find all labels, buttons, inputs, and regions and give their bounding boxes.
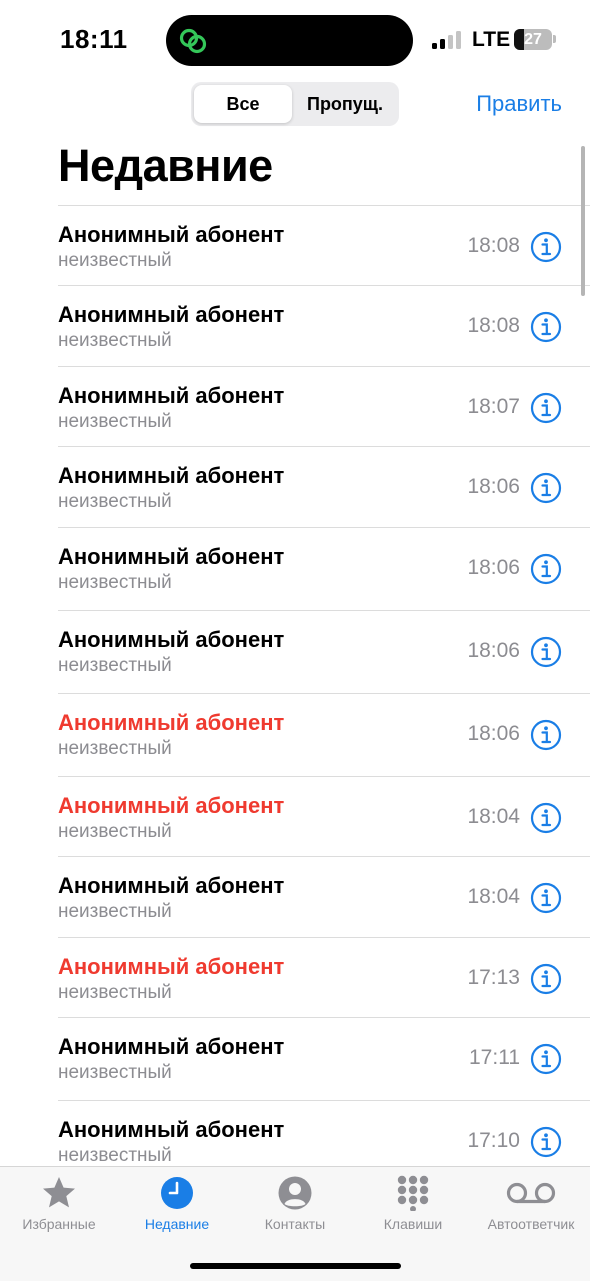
call-time: 17:10 [467, 1129, 520, 1152]
caller-name: Анонимный абонент [58, 954, 285, 979]
dynamic-island[interactable] [166, 15, 413, 66]
info-icon[interactable] [530, 231, 562, 263]
tab-label: Недавние [144, 1216, 210, 1232]
call-time: 17:11 [469, 1046, 520, 1069]
info-icon[interactable] [530, 472, 562, 504]
page-title: Недавние [58, 140, 273, 191]
caller-type: неизвестный [58, 821, 172, 842]
battery-level: 27 [524, 31, 542, 48]
recent-calls-list: Анонимный абонент неизвестный 18:08 Анон… [58, 205, 590, 1180]
tab-voicemail[interactable]: Автоответчик [472, 1167, 590, 1247]
caller-name: Анонимный абонент [58, 544, 285, 569]
call-time: 18:07 [467, 395, 520, 418]
voicemail-icon [506, 1182, 556, 1204]
status-time: 18:11 [60, 24, 128, 54]
segment-all[interactable]: Все [194, 85, 292, 123]
segment-missed[interactable]: Пропущ. [294, 85, 396, 123]
caller-name: Анонимный абонент [58, 1117, 285, 1142]
call-time: 18:06 [467, 475, 520, 498]
clock-icon [161, 1177, 193, 1209]
call-row[interactable]: Анонимный абонент неизвестный 18:04 [58, 856, 590, 937]
caller-type: неизвестный [58, 1062, 172, 1083]
caller-name: Анонимный абонент [58, 1034, 285, 1059]
tab-keypad[interactable]: Клавиши [354, 1167, 472, 1247]
caller-type: неизвестный [58, 572, 172, 593]
caller-type: неизвестный [58, 655, 172, 676]
call-row[interactable]: Анонимный абонент неизвестный 18:06 [58, 446, 590, 527]
call-row[interactable]: Анонимный абонент неизвестный 18:08 [58, 285, 590, 366]
call-row[interactable]: Анонимный абонент неизвестный 18:06 [58, 693, 590, 776]
caller-name: Анонимный абонент [58, 873, 285, 898]
info-icon[interactable] [530, 311, 562, 343]
tab-contacts[interactable]: Контакты [236, 1167, 354, 1247]
caller-type: неизвестный [58, 738, 172, 759]
info-icon[interactable] [530, 882, 562, 914]
call-row[interactable]: Анонимный абонент неизвестный 18:04 [58, 776, 590, 856]
caller-name: Анонимный абонент [58, 793, 285, 818]
call-time: 18:08 [467, 234, 520, 257]
call-row[interactable]: Анонимный абонент неизвестный 18:08 [58, 205, 590, 285]
info-icon[interactable] [530, 719, 562, 751]
tab-label: Клавиши [383, 1216, 443, 1232]
scroll-indicator[interactable] [581, 146, 585, 296]
tab-recents[interactable]: Недавние [118, 1167, 236, 1247]
filter-segmented-control: Все Пропущ. [191, 82, 399, 126]
info-icon[interactable] [530, 802, 562, 834]
call-time: 17:13 [467, 966, 520, 989]
caller-name: Анонимный абонент [58, 710, 285, 735]
edit-button[interactable]: Править [476, 91, 562, 117]
network-type: LTE [472, 28, 511, 51]
status-bar: 18:11 LTE 27 [0, 0, 590, 80]
info-icon[interactable] [530, 1126, 562, 1158]
caller-type: неизвестный [58, 250, 172, 271]
caller-type: неизвестный [58, 411, 172, 432]
call-row[interactable]: Анонимный абонент неизвестный 18:06 [58, 610, 590, 693]
link-activity-icon [179, 28, 207, 54]
call-time: 18:04 [467, 805, 520, 828]
caller-type: неизвестный [58, 491, 172, 512]
call-time: 18:08 [467, 314, 520, 337]
tab-favorites[interactable]: Избранные [0, 1167, 118, 1247]
caller-name: Анонимный абонент [58, 463, 285, 488]
caller-type: неизвестный [58, 1145, 172, 1166]
tab-label: Контакты [264, 1216, 326, 1232]
caller-name: Анонимный абонент [58, 383, 285, 408]
cellular-signal-icon [432, 31, 462, 49]
caller-name: Анонимный абонент [58, 627, 285, 652]
call-row[interactable]: Анонимный абонент неизвестный 17:13 [58, 937, 590, 1017]
call-time: 18:04 [467, 885, 520, 908]
battery-icon: 27 [514, 29, 552, 50]
call-row[interactable]: Анонимный абонент неизвестный 17:11 [58, 1017, 590, 1100]
person-icon [278, 1176, 312, 1210]
call-row[interactable]: Анонимный абонент неизвестный 18:06 [58, 527, 590, 610]
caller-name: Анонимный абонент [58, 222, 285, 247]
info-icon[interactable] [530, 636, 562, 668]
caller-type: неизвестный [58, 330, 172, 351]
info-icon[interactable] [530, 553, 562, 585]
home-indicator[interactable] [190, 1263, 401, 1269]
call-time: 18:06 [467, 556, 520, 579]
info-icon[interactable] [530, 392, 562, 424]
caller-type: неизвестный [58, 901, 172, 922]
info-icon[interactable] [530, 1043, 562, 1075]
caller-name: Анонимный абонент [58, 302, 285, 327]
call-time: 18:06 [467, 639, 520, 662]
battery-cap [553, 35, 556, 43]
tab-label: Избранные [22, 1216, 96, 1232]
star-icon [43, 1177, 75, 1208]
info-icon[interactable] [530, 963, 562, 995]
keypad-icon [397, 1175, 429, 1211]
caller-type: неизвестный [58, 982, 172, 1003]
call-time: 18:06 [467, 722, 520, 745]
call-row[interactable]: Анонимный абонент неизвестный 18:07 [58, 366, 590, 446]
tab-label: Автоответчик [487, 1216, 575, 1232]
